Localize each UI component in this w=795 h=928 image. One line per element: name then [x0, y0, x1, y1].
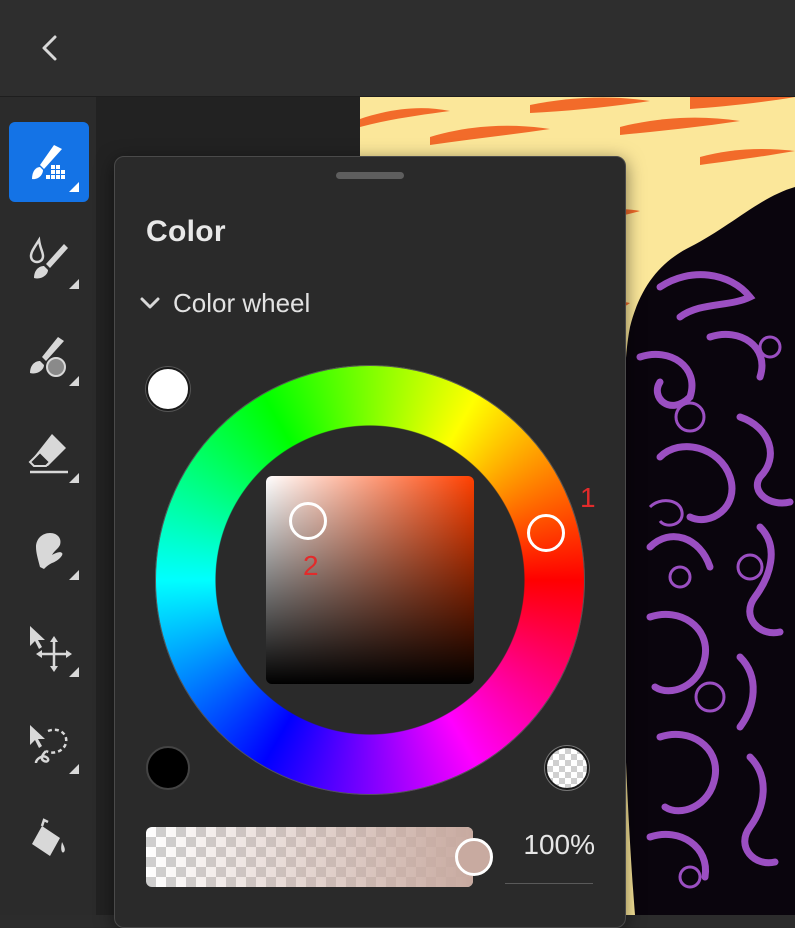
move-transform-icon	[30, 626, 72, 672]
primary-color-swatch[interactable]	[146, 367, 190, 411]
section-label: Color wheel	[173, 287, 311, 318]
black-swatch[interactable]	[146, 746, 190, 790]
toolbar	[0, 97, 96, 915]
color-panel: Color Color wheel 1 2 100%	[114, 156, 626, 928]
opacity-value[interactable]: 100%	[505, 829, 595, 861]
live-brush-tool[interactable]	[9, 219, 89, 299]
top-bar	[0, 0, 795, 97]
opacity-slider[interactable]	[146, 827, 473, 887]
panel-title: Color	[146, 215, 226, 248]
pixel-brush-tool[interactable]	[9, 122, 89, 202]
paint-bucket-icon	[32, 818, 65, 856]
opacity-slider-handle[interactable]	[455, 838, 493, 876]
lasso-icon	[30, 725, 68, 764]
fill-tool[interactable]	[9, 801, 89, 881]
pixel-brush-icon	[32, 145, 65, 180]
smudge-icon	[36, 533, 63, 569]
color-wheel-section-toggle[interactable]: Color wheel	[139, 285, 310, 321]
annotation-marker-1: 1	[580, 482, 596, 513]
chevron-down-icon	[140, 297, 160, 309]
mixer-brush-icon	[30, 337, 66, 377]
transparent-swatch[interactable]	[545, 746, 589, 790]
eraser-tool[interactable]	[9, 413, 89, 493]
back-button[interactable]	[30, 28, 70, 68]
eraser-icon	[28, 434, 68, 474]
hue-handle[interactable]	[527, 514, 565, 552]
mixer-brush-tool[interactable]	[9, 316, 89, 396]
annotation-marker-2: 2	[303, 550, 319, 581]
chevron-left-icon	[42, 35, 57, 61]
opacity-value-underline	[505, 883, 593, 884]
smudge-tool[interactable]	[9, 510, 89, 590]
color-handle[interactable]	[289, 502, 327, 540]
live-brush-icon	[29, 236, 68, 279]
lasso-tool[interactable]	[9, 704, 89, 784]
transform-tool[interactable]	[9, 607, 89, 687]
panel-drag-handle[interactable]	[336, 172, 404, 179]
